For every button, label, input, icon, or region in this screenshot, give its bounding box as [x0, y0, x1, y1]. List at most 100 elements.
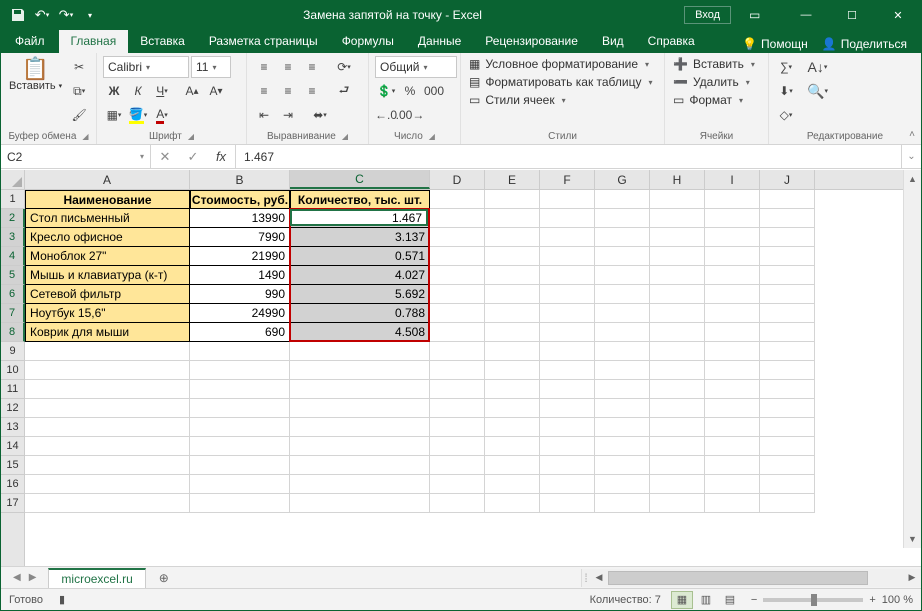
cell[interactable]: [540, 228, 595, 247]
dialog-launcher-icon[interactable]: ◢: [429, 132, 435, 141]
cell[interactable]: [540, 209, 595, 228]
column-header[interactable]: I: [705, 170, 760, 189]
cell[interactable]: 7990: [190, 228, 290, 247]
cell[interactable]: Ноутбук 15,6": [25, 304, 190, 323]
cell[interactable]: Наименование: [25, 190, 190, 209]
cell[interactable]: [190, 380, 290, 399]
cell[interactable]: [485, 342, 540, 361]
ribbon-options-icon[interactable]: ▭: [749, 8, 783, 22]
cells-area[interactable]: НаименованиеСтоимость, руб.Количество, т…: [25, 190, 903, 548]
cell[interactable]: [290, 475, 430, 494]
percent-format-button[interactable]: %: [399, 80, 421, 102]
format-as-table-button[interactable]: ▤Форматировать как таблицу▾: [467, 74, 658, 90]
cell[interactable]: [650, 456, 705, 475]
fx-icon[interactable]: fx: [207, 149, 235, 164]
column-header[interactable]: F: [540, 170, 595, 189]
cell[interactable]: [595, 190, 650, 209]
scroll-left-icon[interactable]: ◀: [590, 572, 608, 583]
cell[interactable]: [705, 342, 760, 361]
align-right-button[interactable]: ≡: [301, 80, 323, 102]
row-header[interactable]: 17: [1, 494, 24, 513]
merge-button[interactable]: ⬌▾: [309, 104, 331, 126]
cell[interactable]: [190, 475, 290, 494]
align-middle-button[interactable]: ≡: [277, 56, 299, 78]
cell[interactable]: [760, 228, 815, 247]
cell[interactable]: [760, 475, 815, 494]
cell[interactable]: [650, 323, 705, 342]
enter-formula-icon[interactable]: ✓: [179, 149, 207, 165]
row-header[interactable]: 1: [1, 190, 24, 209]
increase-decimal-button[interactable]: ←.0: [375, 104, 397, 126]
cell[interactable]: 4.027: [290, 266, 430, 285]
cell[interactable]: [540, 342, 595, 361]
cell[interactable]: [430, 285, 485, 304]
cell[interactable]: [705, 494, 760, 513]
cell[interactable]: [650, 399, 705, 418]
column-header[interactable]: B: [190, 170, 290, 189]
tab-help[interactable]: Справка: [636, 30, 707, 53]
delete-cells-button[interactable]: ➖Удалить▾: [671, 74, 762, 90]
dialog-launcher-icon[interactable]: ◢: [342, 132, 348, 141]
zoom-out-icon[interactable]: −: [751, 594, 757, 606]
cell[interactable]: [540, 456, 595, 475]
cell[interactable]: [430, 190, 485, 209]
cell[interactable]: [760, 418, 815, 437]
column-header[interactable]: C: [290, 170, 430, 189]
cell[interactable]: [430, 475, 485, 494]
cell[interactable]: [705, 266, 760, 285]
cell[interactable]: [595, 342, 650, 361]
align-center-button[interactable]: ≡: [277, 80, 299, 102]
row-header[interactable]: 4: [1, 247, 25, 266]
cell[interactable]: 21990: [190, 247, 290, 266]
tab-review[interactable]: Рецензирование: [473, 30, 590, 53]
cell[interactable]: [540, 323, 595, 342]
cell[interactable]: [430, 209, 485, 228]
sheet-nav[interactable]: ◀▶: [1, 572, 48, 583]
sort-filter-button[interactable]: A↓▾: [805, 56, 830, 78]
cell[interactable]: [485, 266, 540, 285]
column-header[interactable]: J: [760, 170, 815, 189]
cell[interactable]: [650, 418, 705, 437]
cell[interactable]: [290, 399, 430, 418]
cell[interactable]: [540, 247, 595, 266]
zoom-in-icon[interactable]: +: [869, 594, 875, 606]
cell[interactable]: [540, 190, 595, 209]
cell[interactable]: 5.692: [290, 285, 430, 304]
collapse-ribbon-icon[interactable]: ˄: [909, 129, 915, 140]
close-button[interactable]: ✕: [875, 1, 921, 29]
scroll-down-icon[interactable]: ▼: [904, 530, 921, 548]
cell[interactable]: [430, 304, 485, 323]
font-name-combo[interactable]: Calibri▾: [103, 56, 189, 78]
tell-me-button[interactable]: 💡Помощн: [738, 35, 812, 53]
formula-input[interactable]: 1.467: [236, 145, 901, 168]
cell[interactable]: [595, 247, 650, 266]
cell[interactable]: [705, 437, 760, 456]
decrease-decimal-button[interactable]: .00→: [399, 104, 421, 126]
cell[interactable]: [540, 475, 595, 494]
zoom-level[interactable]: 100 %: [882, 594, 913, 606]
cell[interactable]: [760, 209, 815, 228]
align-bottom-button[interactable]: ≡: [301, 56, 323, 78]
cell[interactable]: 24990: [190, 304, 290, 323]
cell[interactable]: [430, 342, 485, 361]
cell[interactable]: [595, 285, 650, 304]
scroll-right-icon[interactable]: ▶: [903, 572, 921, 583]
cell[interactable]: [760, 456, 815, 475]
page-break-view-button[interactable]: ▤: [719, 591, 741, 609]
row-header[interactable]: 2: [1, 209, 25, 228]
cell[interactable]: [540, 399, 595, 418]
clear-button[interactable]: ◇▾: [775, 104, 797, 126]
dialog-launcher-icon[interactable]: ◢: [82, 132, 88, 141]
cancel-formula-icon[interactable]: ✕: [151, 149, 179, 165]
cell[interactable]: [760, 399, 815, 418]
increase-indent-button[interactable]: ⇥: [277, 104, 299, 126]
cell[interactable]: [485, 190, 540, 209]
cell[interactable]: [485, 437, 540, 456]
cell[interactable]: [430, 361, 485, 380]
minimize-button[interactable]: —: [783, 1, 829, 29]
cell[interactable]: Моноблок 27": [25, 247, 190, 266]
cell[interactable]: [705, 418, 760, 437]
tab-layout[interactable]: Разметка страницы: [197, 30, 330, 53]
cell[interactable]: [760, 494, 815, 513]
cell[interactable]: 0.571: [290, 247, 430, 266]
